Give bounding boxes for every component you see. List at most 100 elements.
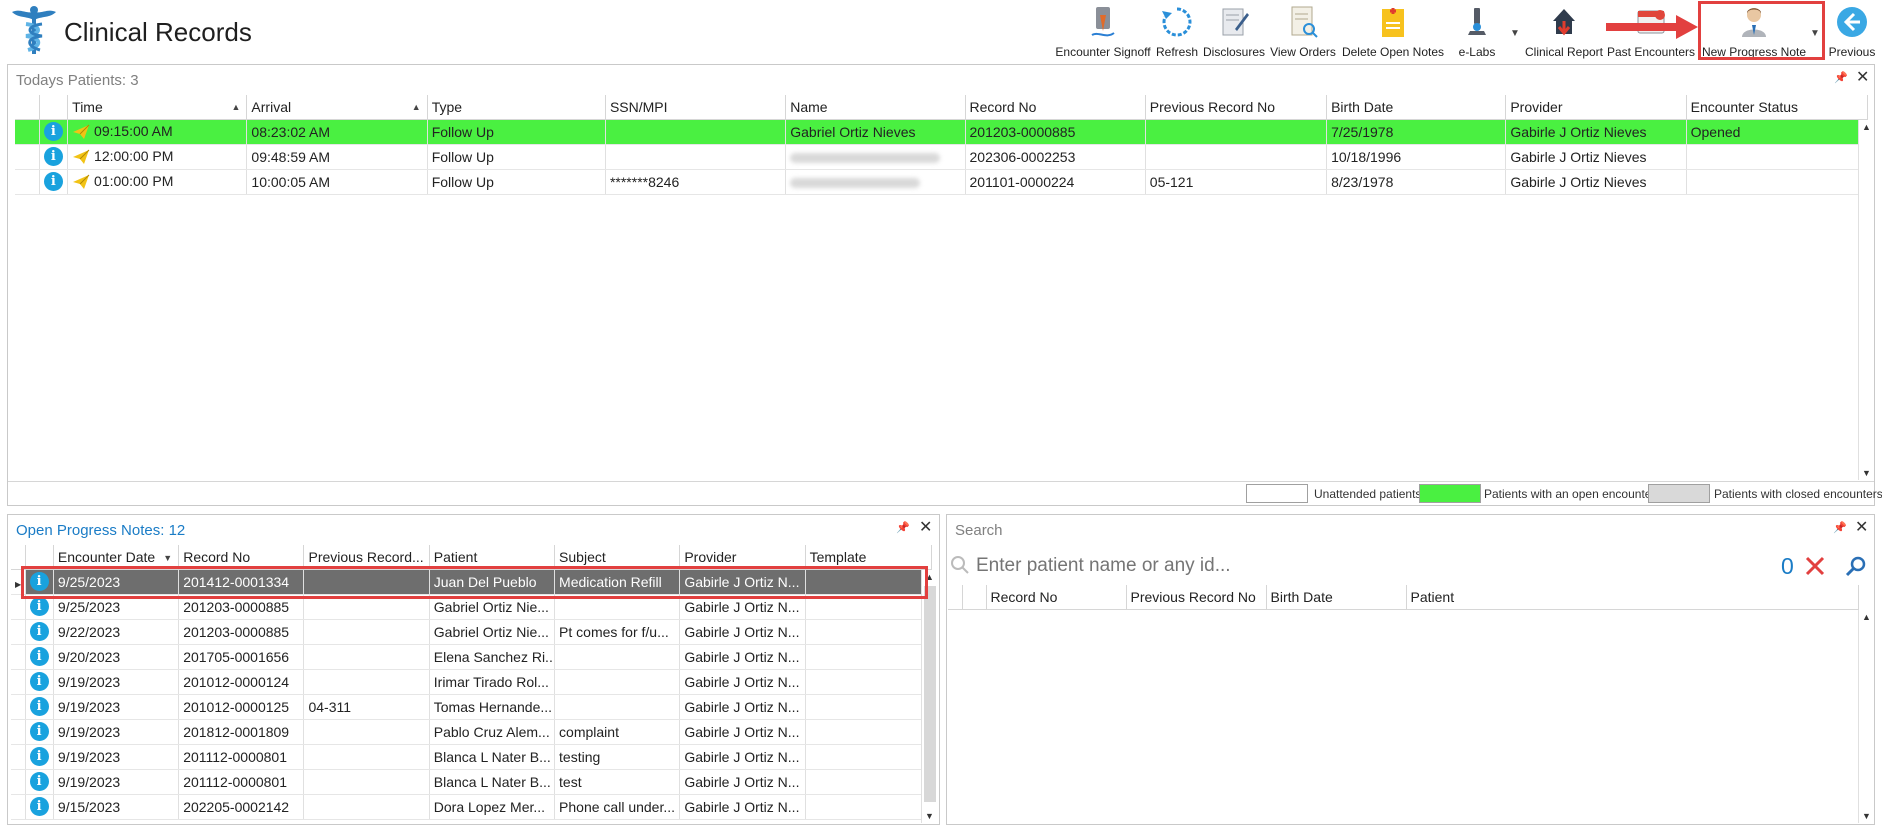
scroll-down-icon[interactable]: ▼: [925, 811, 934, 821]
cell-prev: [303, 644, 430, 670]
scroll-thumb[interactable]: [924, 586, 936, 802]
cell-record: 201812-0001809: [178, 719, 305, 745]
info-icon[interactable]: i: [29, 772, 49, 791]
column-header-previous-record-no[interactable]: Previous Record No: [1145, 95, 1328, 120]
table-row[interactable]: i 9/19/2023 201012-0000125 04-311 Tomas Hern…: [11, 694, 933, 720]
e-labs-button[interactable]: e-Labs: [1454, 2, 1500, 62]
info-icon[interactable]: i: [29, 622, 49, 641]
cell-subject: [554, 694, 681, 720]
column-header-arrival[interactable]: Arrival ▲: [246, 95, 428, 120]
column-header-record-no[interactable]: Record No: [965, 95, 1146, 120]
open-notes-count: 12: [168, 522, 186, 539]
previous-button[interactable]: Previous: [1826, 2, 1878, 62]
info-icon[interactable]: i: [29, 647, 49, 666]
cell-provider: Gabirle J Ortiz N...: [679, 669, 806, 695]
scroll-down-icon[interactable]: ▼: [1862, 468, 1871, 478]
search-input[interactable]: [976, 553, 1436, 579]
column-header-provider[interactable]: Provider: [1505, 95, 1687, 120]
table-row[interactable]: i 01:00:00 PM 10:00:05 AM Follow Up ****…: [15, 169, 1869, 195]
search-results-table: Record No Previous Record No Birth Date …: [948, 585, 1859, 610]
cell-prev: [303, 794, 430, 820]
clinical-report-button[interactable]: Clinical Report: [1524, 2, 1604, 62]
column-header-time[interactable]: Time ▲: [67, 95, 248, 120]
column-header-name[interactable]: Name: [785, 95, 966, 120]
column-header-birth-date[interactable]: Birth Date: [1326, 95, 1507, 120]
column-header-ssn[interactable]: SSN/MPI: [605, 95, 787, 120]
column-header-patient[interactable]: Patient: [1406, 585, 1859, 610]
info-icon[interactable]: i: [29, 747, 49, 766]
column-header-birth-date[interactable]: Birth Date: [1266, 585, 1407, 610]
search-go-icon[interactable]: [1845, 556, 1867, 578]
table-row[interactable]: i 9/19/2023 201812-0001809 Pablo Cruz Alem.…: [11, 719, 933, 745]
delete-notes-icon: [1382, 8, 1404, 37]
cell-patient: Dora Lopez Mer...: [429, 794, 556, 820]
pin-icon[interactable]: 📌: [1833, 521, 1847, 534]
divider: [8, 481, 1874, 482]
disclosures-button[interactable]: Disclosures: [1202, 2, 1266, 62]
e-labs-dropdown-icon[interactable]: ▼: [1510, 28, 1520, 39]
table-row[interactable]: i 9/19/2023 201112-0000801 Blanca L Nater B…: [11, 744, 933, 770]
info-icon[interactable]: i: [43, 122, 63, 141]
cell-template: [805, 644, 933, 670]
close-icon[interactable]: ✕: [919, 520, 932, 536]
clinical-report-icon: [1553, 9, 1575, 36]
delete-open-notes-button[interactable]: Delete Open Notes: [1340, 2, 1446, 62]
legend-label-closed: Patients with closed encounters: [1714, 487, 1882, 501]
table-row[interactable]: i 12:00:00 PM 09:48:59 AM Follow Up 2023…: [15, 144, 1869, 170]
cell-record: 201012-0000124: [178, 669, 305, 695]
column-header-encounter-status[interactable]: Encounter Status: [1686, 95, 1869, 120]
cell-provider: Gabirle J Ortiz N...: [679, 644, 806, 670]
column-header-indicator: [15, 95, 40, 120]
info-icon[interactable]: i: [29, 697, 49, 716]
view-orders-icon: [1291, 6, 1318, 38]
scroll-down-icon[interactable]: ▼: [1862, 811, 1871, 821]
todays-patients-table: Time ▲ Arrival ▲ Type SSN/MPI Name Record …: [15, 95, 1869, 195]
cell-record: 201112-0000801: [178, 744, 305, 770]
info-icon[interactable]: i: [29, 722, 49, 741]
legend: Unattended patients Patients with an ope…: [1246, 483, 1882, 505]
table-row[interactable]: i 9/22/2023 201203-0000885 Gabriel Ortiz Ni…: [11, 619, 933, 645]
cell-date: 9/15/2023: [53, 794, 180, 820]
refresh-icon: [1162, 7, 1192, 37]
info-icon[interactable]: i: [29, 797, 49, 816]
cell-template: [805, 669, 933, 695]
table-row[interactable]: i 9/19/2023 201112-0000801 Blanca L Nater B…: [11, 769, 933, 795]
table-row[interactable]: i 9/20/2023 201705-0001656 Elena Sanchez Ri…: [11, 644, 933, 670]
open-notes-scrollbar[interactable]: ▲ ▼: [921, 570, 937, 823]
disclosures-icon: [1222, 8, 1249, 36]
scroll-up-icon[interactable]: ▲: [1862, 122, 1871, 132]
selected-row-highlight: [21, 566, 928, 599]
info-icon[interactable]: i: [43, 172, 63, 191]
info-icon[interactable]: i: [29, 672, 49, 691]
cell-template: [805, 794, 933, 820]
cell-provider: Gabirle J Ortiz N...: [679, 619, 806, 645]
column-header-type[interactable]: Type: [427, 95, 606, 120]
table-row[interactable]: i 9/19/2023 201012-0000124 Irimar Tirado Ro…: [11, 669, 933, 695]
table-row[interactable]: i 9/15/2023 202205-0002142 Dora Lopez Mer..…: [11, 794, 933, 820]
pin-icon[interactable]: 📌: [1834, 71, 1848, 84]
refresh-button[interactable]: Refresh: [1155, 2, 1199, 62]
info-icon[interactable]: i: [43, 147, 63, 166]
sort-up-icon: ▲: [231, 102, 241, 112]
todays-scrollbar[interactable]: ▲ ▼: [1858, 120, 1874, 480]
cell-subject: complaint: [554, 719, 681, 745]
column-header-record-no[interactable]: Record No: [986, 585, 1127, 610]
pin-icon[interactable]: 📌: [896, 521, 910, 534]
clear-search-icon[interactable]: [1804, 555, 1826, 577]
cell-record: 202205-0002142: [178, 794, 305, 820]
cell-prev: [303, 744, 430, 770]
close-icon[interactable]: ✕: [1855, 520, 1868, 536]
previous-arrow-icon: [1837, 7, 1867, 37]
cell-provider: Gabirle J Ortiz N...: [679, 694, 806, 720]
encounter-signoff-button[interactable]: Encounter Signoff: [1055, 2, 1151, 62]
view-orders-button[interactable]: View Orders: [1268, 2, 1338, 62]
table-row[interactable]: i 09:15:00 AM 08:23:02 AM Follow Up Gabr…: [15, 119, 1869, 145]
microscope-icon: [1468, 8, 1486, 35]
info-icon[interactable]: i: [29, 597, 49, 616]
legend-label-unattended: Unattended patients: [1314, 487, 1422, 501]
scroll-up-icon[interactable]: ▲: [1862, 612, 1871, 622]
column-header-previous-record-no[interactable]: Previous Record No: [1126, 585, 1267, 610]
open-notes-title: Open Progress Notes:: [16, 522, 165, 539]
close-icon[interactable]: ✕: [1856, 70, 1869, 86]
search-scrollbar[interactable]: ▲ ▼: [1858, 610, 1874, 823]
